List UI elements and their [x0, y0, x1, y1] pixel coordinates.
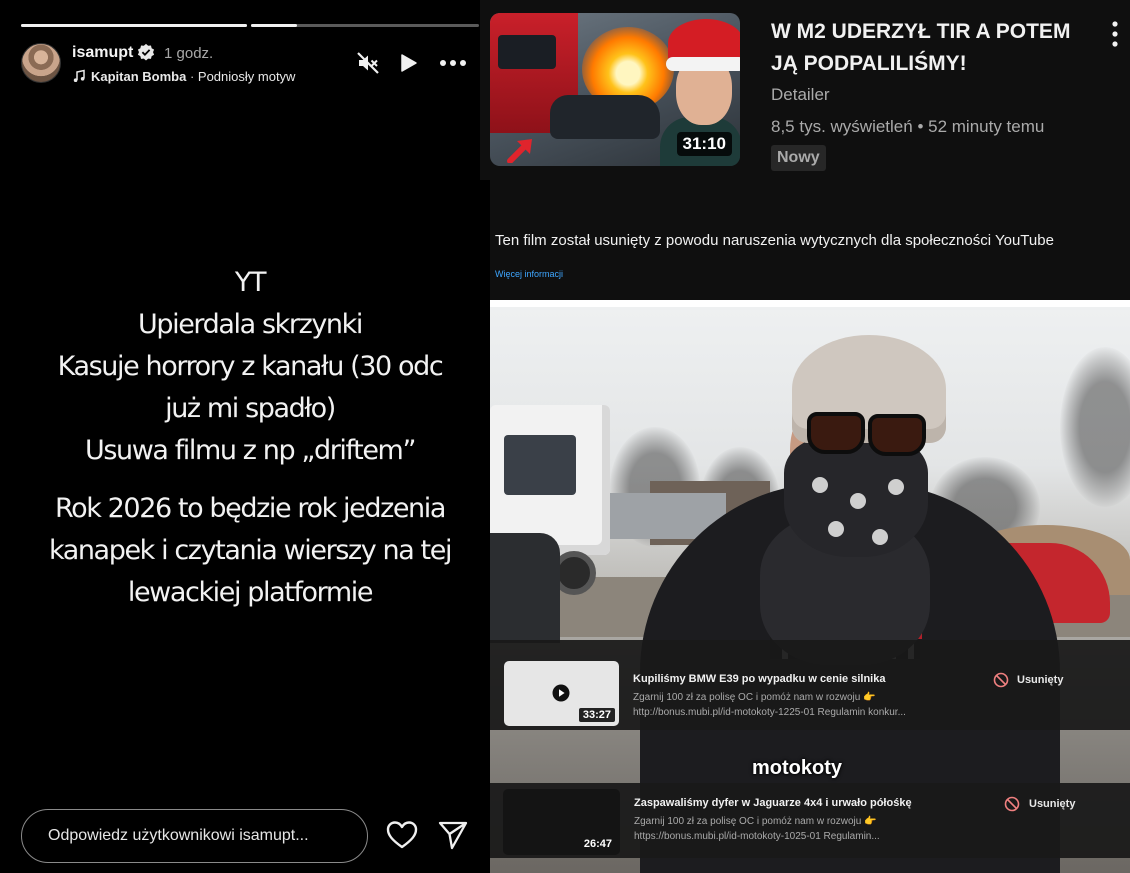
description-line: http://bonus.mubi.pl/id-motokoty-1225-01…: [633, 707, 906, 718]
youtube-video-card[interactable]: 31:10 W M2 UDERZYŁ TIR A POTEM JĄ PODPAL…: [480, 0, 1130, 180]
channel-name-overlay: motokoty: [752, 757, 842, 779]
story-text-line: lewackiej platformie: [127, 577, 374, 608]
reply-placeholder: Odpowiedz użytkownikowi isamupt...: [48, 827, 309, 844]
sunglasses-lens-left: [807, 412, 865, 454]
verified-badge-icon: [137, 43, 155, 61]
mask-pattern: [828, 521, 844, 537]
video-meta: 8,5 tys. wyświetleń • 52 minuty temu: [771, 117, 1045, 136]
more-info-link[interactable]: Więcej informacji: [495, 269, 563, 279]
story-text-line: YT: [234, 267, 267, 298]
music-track: Podniosły motyw: [197, 69, 296, 84]
avatar[interactable]: [21, 43, 61, 83]
play-icon[interactable]: [397, 52, 419, 74]
ban-icon: [1004, 796, 1020, 812]
story-text-spacer: [20, 472, 480, 488]
removed-video-thumbnail[interactable]: 26:47: [503, 789, 620, 855]
music-artist: Kapitan Bomba: [91, 69, 187, 84]
removed-video-title[interactable]: Zaspawaliśmy dyfer w Jaguarze 4x4 i urwa…: [634, 797, 912, 809]
description-line: Zgarnij 100 zł za polisę OC i pomóż nam …: [634, 816, 877, 827]
photo-tree: [1060, 347, 1130, 507]
removed-status-label: Usunięty: [1017, 674, 1064, 686]
thumbnail-truck-window: [498, 35, 556, 69]
video-channel-name[interactable]: Detailer: [771, 85, 830, 105]
story-text-line: Usuwa filmu z np „driftem”: [84, 435, 416, 466]
story-text-line: już mi spadło): [165, 393, 336, 424]
story-text-overlay: YT Upierdala skrzynki Kasuje horrory z k…: [20, 262, 480, 614]
instagram-story: isamupt 1 godz. Kapitan Bomba · Podniosł…: [0, 0, 490, 873]
story-timestamp: 1 godz.: [164, 45, 214, 62]
story-progress-segment-1: [21, 24, 247, 27]
story-text-line: Rok 2026 to będzie rok jedzenia: [54, 493, 446, 524]
description-line: Zgarnij 100 zł za polisę OC i pomóż nam …: [633, 692, 876, 703]
removed-video-duration: 33:27: [578, 708, 615, 722]
mute-icon[interactable]: [356, 51, 380, 75]
sunglasses-lens-right: [868, 414, 926, 456]
mask-pattern: [850, 493, 866, 509]
ban-icon: [993, 672, 1009, 688]
story-music-label[interactable]: Kapitan Bomba · Podniosły motyw: [91, 69, 295, 84]
kebab-menu-icon[interactable]: [1110, 20, 1120, 48]
heart-icon[interactable]: [386, 820, 418, 850]
removed-status-label: Usunięty: [1029, 798, 1076, 810]
removal-notice: Ten film został usunięty z powodu narusz…: [490, 180, 1130, 300]
music-note-icon: [73, 69, 85, 82]
send-icon[interactable]: [437, 819, 469, 851]
removed-video-thumbnail[interactable]: 33:27: [504, 661, 619, 726]
music-separator: ·: [186, 69, 198, 84]
removed-video-description: Zgarnij 100 zł za polisę OC i pomóż nam …: [633, 690, 906, 720]
more-icon[interactable]: [438, 56, 468, 70]
mask-pattern: [812, 477, 828, 493]
removed-video-description: Zgarnij 100 zł za polisę OC i pomóż nam …: [634, 814, 880, 844]
story-text-line: Kasuje horrory z kanału (30 odc: [57, 351, 444, 382]
play-circle-icon: [552, 684, 570, 702]
story-text-line: kanapek i czytania wierszy na tej: [48, 535, 453, 566]
new-badge: Nowy: [771, 145, 826, 171]
thumbnail-arrow-icon: [507, 139, 532, 163]
removed-video-duration: 26:47: [583, 838, 612, 850]
background-photo: 33:27 Kupiliśmy BMW E39 po wypadku w cen…: [490, 307, 1130, 873]
thumbnail-car: [550, 95, 660, 139]
removal-notice-text: Ten film został usunięty z powodu narusz…: [495, 232, 1054, 249]
video-title[interactable]: W M2 UDERZYŁ TIR A POTEM JĄ PODPALILIŚMY…: [771, 16, 1091, 80]
video-duration: 31:10: [676, 132, 732, 156]
photo-truck-window: [504, 435, 576, 495]
description-line: https://bonus.mubi.pl/id-motokoty-1025-0…: [634, 831, 880, 842]
story-text-line: Upierdala skrzynki: [138, 309, 363, 340]
removed-video-row[interactable]: 33:27 Kupiliśmy BMW E39 po wypadku w cen…: [490, 640, 1130, 730]
reply-input[interactable]: Odpowiedz użytkownikowi isamupt...: [21, 809, 368, 863]
video-thumbnail[interactable]: 31:10: [490, 13, 740, 166]
story-username[interactable]: isamupt: [72, 44, 133, 62]
mask-pattern: [888, 479, 904, 495]
removed-video-title[interactable]: Kupiliśmy BMW E39 po wypadku w cenie sil…: [633, 673, 885, 685]
mask-pattern: [872, 529, 888, 545]
story-progress-segment-2: [251, 24, 479, 27]
thumbnail-hat-band: [666, 57, 740, 71]
photo-dark-car: [490, 533, 560, 643]
